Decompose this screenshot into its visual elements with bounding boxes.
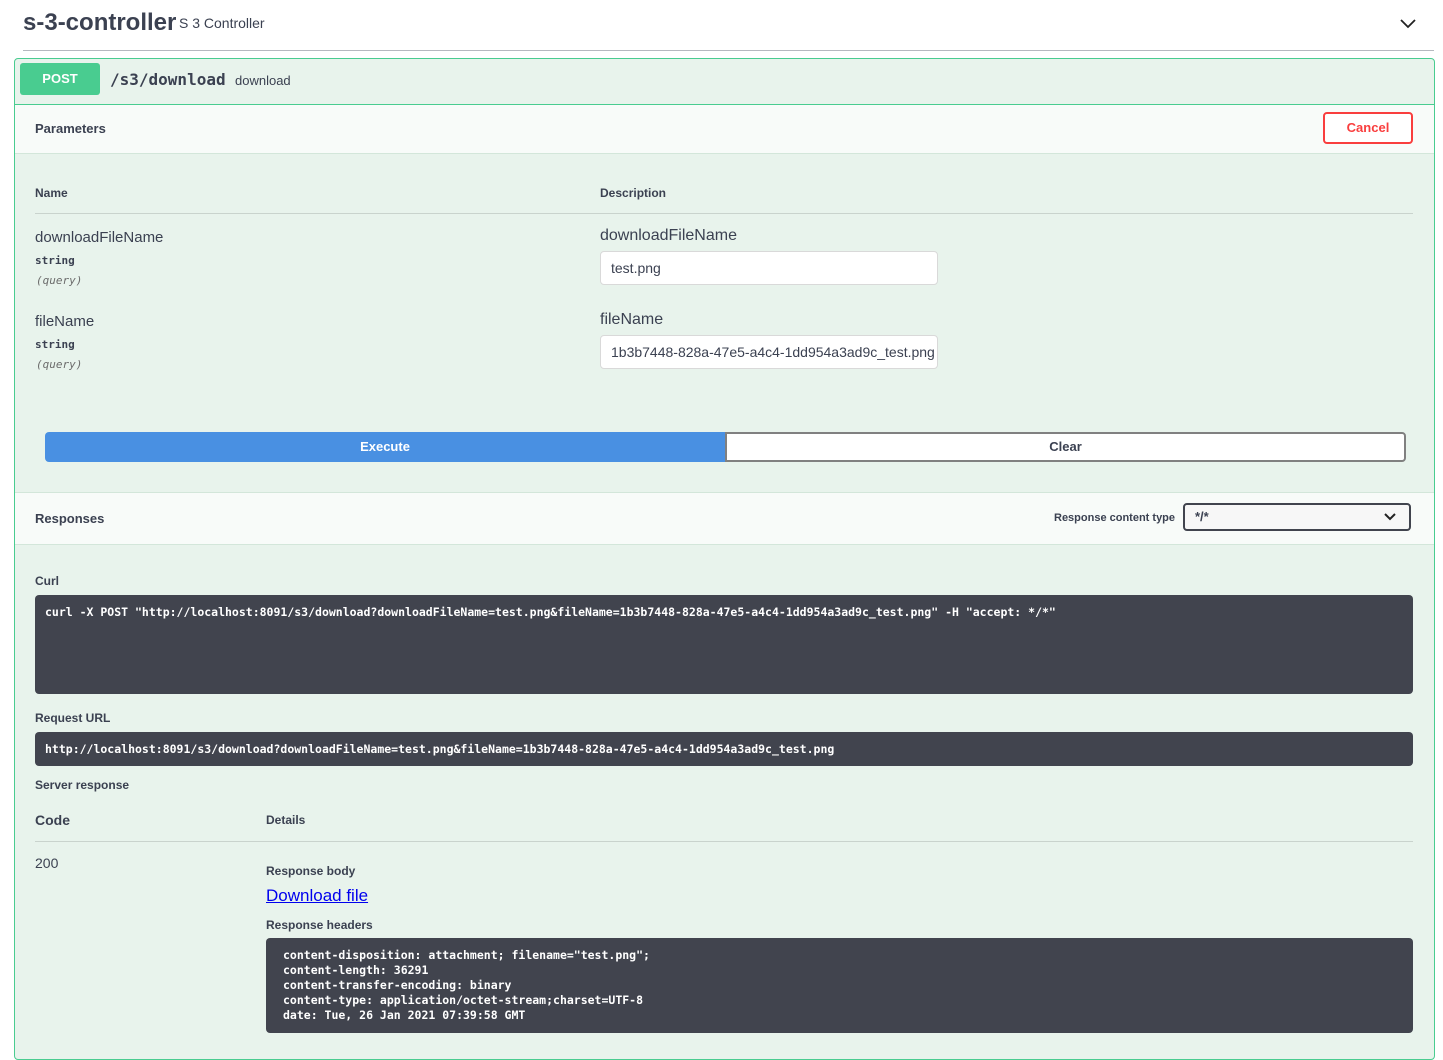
response-headers-box[interactable]: content-disposition: attachment; filenam… (266, 938, 1413, 1033)
response-header-line: content-disposition: attachment; filenam… (283, 948, 650, 962)
response-headers-label: Response headers (266, 918, 373, 932)
response-header-line: content-length: 36291 (283, 963, 429, 977)
param-type: string (35, 254, 75, 267)
response-code: 200 (35, 855, 59, 871)
file-name-input[interactable]: 1b3b7448-828a-47e5-a4c4-1dd954a3ad9c_tes… (600, 335, 938, 369)
details-column-header: Details (266, 813, 306, 827)
tag-name: s-3-controller (23, 9, 177, 36)
divider (35, 213, 1413, 214)
parameters-title: Parameters (35, 121, 106, 136)
param-name: downloadFileName (35, 229, 164, 246)
param-in: (query) (36, 274, 83, 287)
param-input-label: downloadFileName (600, 227, 737, 244)
column-header-name: Name (35, 186, 68, 200)
chevron-down-icon (1384, 513, 1396, 521)
clear-button[interactable]: Clear (725, 432, 1406, 462)
request-url-text: http://localhost:8091/s3/download?downlo… (45, 742, 835, 756)
cancel-button[interactable]: Cancel (1323, 112, 1413, 144)
response-content-type-value: */* (1195, 509, 1209, 524)
operation-description: download (235, 73, 291, 88)
param-type: string (35, 338, 75, 351)
param-in: (query) (36, 358, 83, 371)
execute-button[interactable]: Execute (45, 432, 725, 462)
method-badge: POST (20, 63, 100, 95)
download-file-link[interactable]: Download file (266, 886, 368, 906)
download-file-name-input[interactable]: test.png (600, 251, 938, 285)
request-url-label: Request URL (35, 711, 111, 725)
responses-title: Responses (35, 511, 105, 526)
param-name: fileName (35, 313, 95, 330)
column-header-description: Description (600, 186, 667, 200)
response-content-type-select[interactable]: */* (1183, 503, 1411, 531)
response-body-label: Response body (266, 864, 356, 878)
tag-header[interactable]: s-3-controller S 3 Controller (23, 0, 1434, 51)
server-response-label: Server response (35, 778, 130, 792)
chevron-down-icon[interactable] (1398, 14, 1418, 34)
curl-command[interactable]: curl -X POST "http://localhost:8091/s3/d… (35, 595, 1413, 694)
operation-block: POST /s3/download download Parameters Ca… (14, 58, 1435, 1060)
code-column-header: Code (35, 812, 70, 828)
operation-summary[interactable]: POST /s3/download download (15, 59, 1434, 105)
divider (35, 841, 1413, 842)
parameters-header: Parameters (15, 105, 1434, 154)
curl-text: curl -X POST "http://localhost:8091/s3/d… (45, 605, 1056, 619)
response-header-line: content-transfer-encoding: binary (283, 978, 512, 992)
response-header-line: date: Tue, 26 Jan 2021 07:39:58 GMT (283, 1008, 526, 1022)
param-input-label: fileName (600, 311, 664, 328)
response-header-line: content-type: application/octet-stream;c… (283, 993, 644, 1007)
request-url-box[interactable]: http://localhost:8091/s3/download?downlo… (35, 732, 1413, 766)
tag-description: S 3 Controller (179, 15, 265, 31)
operation-path: /s3/download (110, 70, 226, 89)
curl-label: Curl (35, 574, 59, 588)
response-content-type-label: Response content type (1054, 512, 1176, 524)
